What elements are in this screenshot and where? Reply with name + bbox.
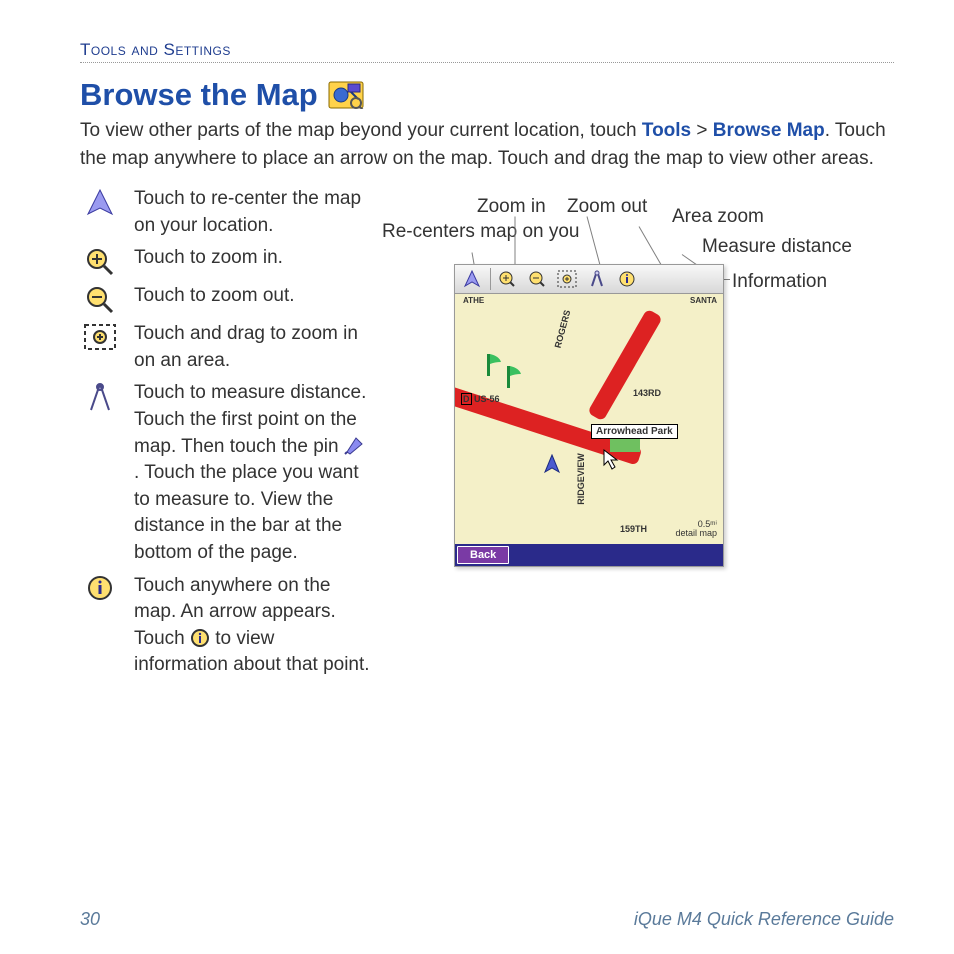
- measure-icon: [80, 380, 120, 414]
- page-footer: 30 iQue M4 Quick Reference Guide: [80, 909, 894, 930]
- tb-zoom-out-button[interactable]: [523, 267, 551, 291]
- device-screenshot: ATHE SANTA ROGERS D US-56 143RD RIDGEVIE…: [454, 264, 724, 567]
- callout-info: Information: [732, 271, 827, 293]
- tb-zoom-in-button[interactable]: [493, 267, 521, 291]
- recenter-icon: [80, 186, 120, 218]
- flag-icon: [505, 364, 525, 390]
- section-header: Tools and Settings: [80, 40, 894, 63]
- tb-measure-button[interactable]: [583, 267, 611, 291]
- icon-legend: Touch to re-center the map on your locat…: [80, 186, 370, 685]
- callout-area-zoom: Area zoom: [672, 206, 764, 228]
- flag-icon: [485, 352, 505, 378]
- browse-map-link: Browse Map: [713, 120, 825, 141]
- user-location-icon: [543, 454, 561, 474]
- callout-recenter: Re-centers map on you: [382, 221, 487, 244]
- tb-area-zoom-button[interactable]: [553, 267, 581, 291]
- guide-title: iQue M4 Quick Reference Guide: [634, 909, 894, 930]
- page-number: 30: [80, 909, 100, 930]
- area-zoom-icon: [80, 321, 120, 353]
- tools-link: Tools: [642, 120, 691, 141]
- back-button[interactable]: Back: [457, 546, 509, 564]
- info-icon: [80, 573, 120, 601]
- map-tooltip: Arrowhead Park: [591, 424, 678, 439]
- cursor-icon: [603, 449, 621, 477]
- zoom-in-icon: [80, 245, 120, 277]
- browse-map-icon: [328, 81, 364, 109]
- legend-area-zoom: Touch and drag to zoom in on an area.: [80, 321, 370, 374]
- map-canvas[interactable]: ATHE SANTA ROGERS D US-56 143RD RIDGEVIE…: [455, 294, 723, 544]
- info-inline-icon: [190, 628, 210, 649]
- tb-recenter-button[interactable]: [458, 267, 486, 291]
- legend-zoom-out: Touch to zoom out.: [80, 283, 370, 315]
- callout-zoom-out: Zoom out: [567, 196, 647, 218]
- zoom-out-icon: [80, 283, 120, 315]
- map-toolbar: [455, 265, 723, 294]
- tb-info-button[interactable]: [613, 267, 641, 291]
- legend-recenter: Touch to re-center the map on your locat…: [80, 186, 370, 239]
- legend-measure: Touch to measure distance. Touch the fir…: [80, 380, 370, 566]
- callout-measure: Measure distance: [702, 236, 852, 258]
- page-title: Browse the Map: [80, 77, 894, 113]
- legend-zoom-in: Touch to zoom in.: [80, 245, 370, 277]
- legend-info: Touch anywhere on the map. An arrow appe…: [80, 573, 370, 679]
- callout-zoom-in: Zoom in: [477, 196, 546, 218]
- pin-icon: [344, 436, 366, 457]
- intro-paragraph: To view other parts of the map beyond yo…: [80, 117, 894, 172]
- bottom-bar: Back: [455, 544, 723, 566]
- page-title-text: Browse the Map: [80, 77, 318, 113]
